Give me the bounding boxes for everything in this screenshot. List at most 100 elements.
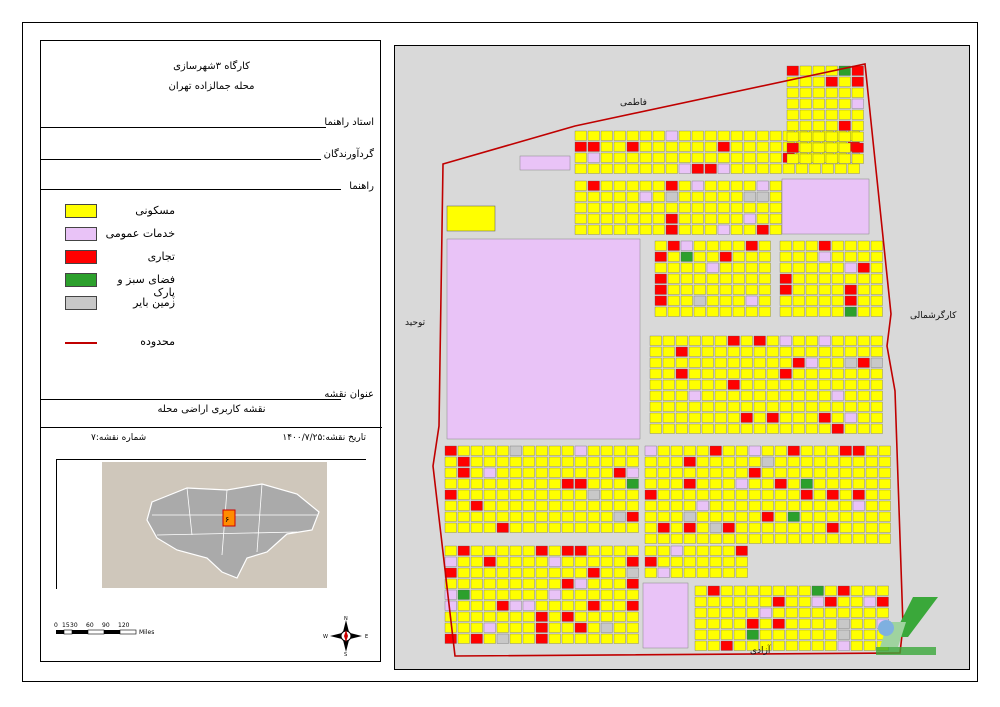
parcel: [600, 445, 613, 456]
parcel: [470, 556, 483, 567]
parcel: [799, 76, 812, 87]
parcel: [727, 379, 740, 390]
parcel: [727, 390, 740, 401]
parcel: [696, 456, 709, 467]
parcel: [670, 522, 683, 533]
parcel: [878, 533, 891, 544]
parcel: [600, 130, 613, 141]
guide-label: راهنما: [349, 181, 374, 192]
parcel: [457, 567, 470, 578]
parcel: [680, 262, 693, 273]
parcel: [769, 224, 782, 235]
parcel: [444, 467, 457, 478]
parcel: [792, 423, 805, 434]
parcel: [870, 335, 883, 346]
parcel: [522, 556, 535, 567]
parcel: [831, 306, 844, 317]
parcel: [720, 596, 733, 607]
parcel: [772, 618, 785, 629]
parcel: [870, 401, 883, 412]
parcel: [496, 456, 509, 467]
parcel: [805, 423, 818, 434]
parcel: [694, 640, 707, 651]
parcel: [870, 273, 883, 284]
parcel: [813, 500, 826, 511]
parcel: [483, 478, 496, 489]
parcel: [675, 390, 688, 401]
parcel: [818, 379, 831, 390]
parcel: [787, 489, 800, 500]
parcel: [693, 284, 706, 295]
parcel: [639, 141, 652, 152]
parcel: [665, 141, 678, 152]
svg-text:N: N: [344, 616, 348, 622]
parcel: [657, 489, 670, 500]
parcel: [670, 478, 683, 489]
parcel: [613, 600, 626, 611]
parcel: [667, 240, 680, 251]
parcel: [678, 141, 691, 152]
parcel: [787, 511, 800, 522]
parcel: [709, 445, 722, 456]
parcel: [746, 618, 759, 629]
parcel: [657, 500, 670, 511]
parcel: [761, 533, 774, 544]
parcel: [509, 456, 522, 467]
parcel: [496, 522, 509, 533]
parcel: [769, 163, 782, 174]
parcel: [680, 295, 693, 306]
parcel: [600, 611, 613, 622]
parcel: [844, 273, 857, 284]
parcel: [509, 478, 522, 489]
parcel: [600, 589, 613, 600]
parcel: [652, 202, 665, 213]
parcel: [852, 467, 865, 478]
parcel: [811, 629, 824, 640]
parcel: [870, 306, 883, 317]
parcel: [470, 445, 483, 456]
parcel: [483, 511, 496, 522]
parcel: [667, 306, 680, 317]
parcel: [748, 522, 761, 533]
legend-swatch: [65, 227, 97, 241]
parcel: [831, 240, 844, 251]
parcel: [717, 152, 730, 163]
parcel: [753, 390, 766, 401]
parcel: [706, 295, 719, 306]
parcel: [587, 152, 600, 163]
parcel: [707, 596, 720, 607]
parcel: [812, 98, 825, 109]
parcel: [613, 567, 626, 578]
parcel: [600, 633, 613, 644]
parcel: [691, 163, 704, 174]
parcel: [766, 346, 779, 357]
parcel: [826, 456, 839, 467]
parcel: [683, 467, 696, 478]
parcel: [696, 533, 709, 544]
parcel: [654, 251, 667, 262]
parcel: [709, 567, 722, 578]
parcel: [496, 478, 509, 489]
parcel: [798, 607, 811, 618]
parcel: [714, 401, 727, 412]
parcel: [850, 629, 863, 640]
parcel: [561, 622, 574, 633]
parcel: [722, 489, 735, 500]
parcel: [774, 533, 787, 544]
parcel: [457, 545, 470, 556]
parcel: [727, 335, 740, 346]
parcel: [753, 335, 766, 346]
parcel: [759, 618, 772, 629]
parcel: [522, 456, 535, 467]
parcel: [613, 224, 626, 235]
parcel: [811, 607, 824, 618]
parcel: [722, 567, 735, 578]
parcel: [496, 611, 509, 622]
parcel: [600, 224, 613, 235]
parcel: [857, 295, 870, 306]
parcel: [444, 556, 457, 567]
parcel: [722, 556, 735, 567]
map-number: شماره نقشه:۷: [91, 433, 147, 443]
parcel: [574, 213, 587, 224]
parcel: [683, 545, 696, 556]
